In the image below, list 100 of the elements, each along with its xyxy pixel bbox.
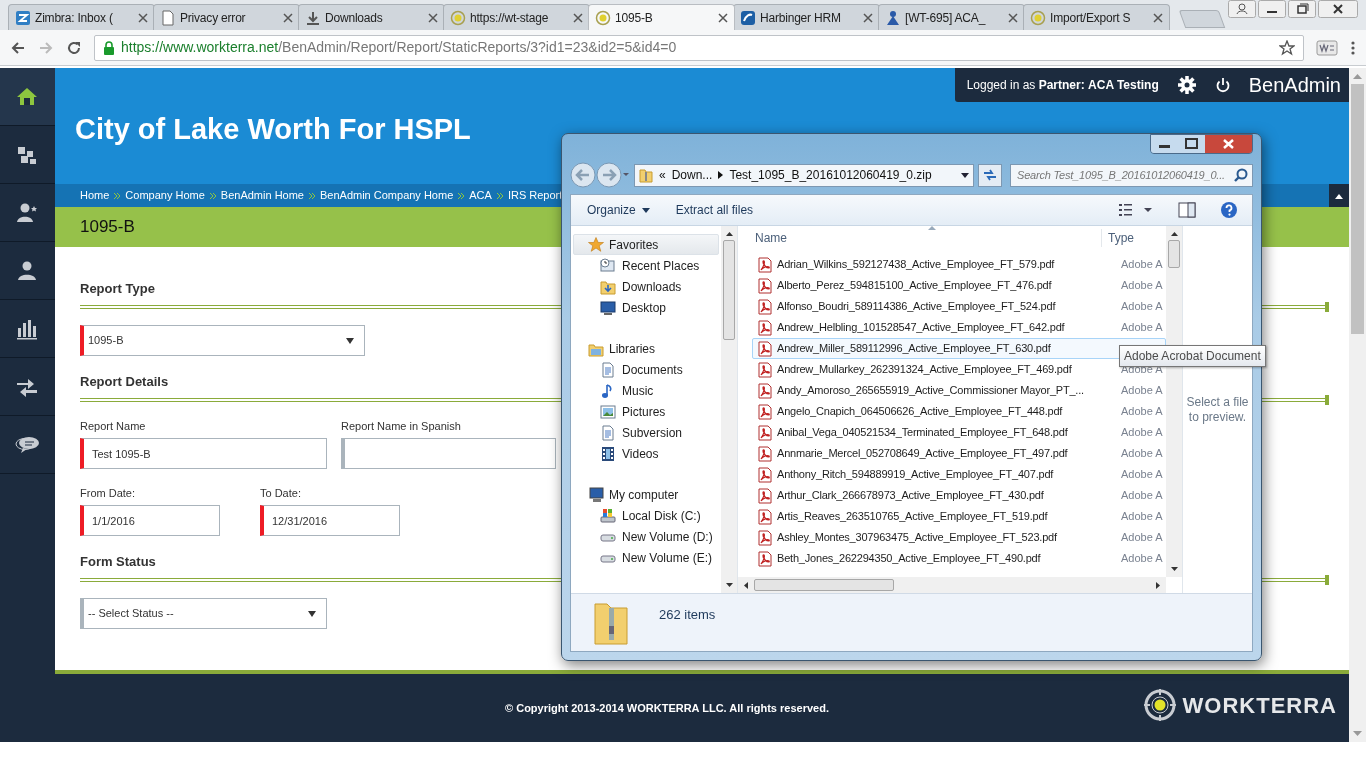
profile-icon[interactable] (1228, 0, 1256, 18)
nav-item[interactable]: Videos (571, 443, 721, 464)
scroll-thumb[interactable] (1168, 240, 1180, 268)
menu-icon[interactable] (1350, 39, 1356, 56)
extension-icon[interactable] (1316, 39, 1338, 56)
file-row[interactable]: Ashley_Montes_307963475_Active_Employee_FT_523.pdf Adobe A (752, 527, 1166, 548)
address-field[interactable]: https://www.workterra.net/BenAdmin/Report/Report/StaticReports/3?id1=23&id2=5&id4=0 (94, 34, 1304, 61)
close-icon[interactable] (863, 12, 873, 23)
nav-item[interactable]: Music (571, 380, 721, 401)
file-row[interactable]: Annmarie_Mercel_052708649_Active_Employee_FT_497.pdf Adobe A (752, 443, 1166, 464)
preview-pane-icon[interactable] (1178, 202, 1196, 218)
browser-tab[interactable]: Privacy error (153, 4, 300, 30)
help-icon[interactable] (1220, 201, 1238, 219)
file-row[interactable]: Andy_Amoroso_265655919_Active_Commissioner Mayor_PT_... Adobe A (752, 380, 1166, 401)
breadcrumb-link[interactable]: Company Home (125, 187, 205, 204)
close-icon[interactable] (428, 12, 438, 23)
file-row[interactable]: Arthur_Clark_266678973_Active_Employee_FT_430.pdf Adobe A (752, 485, 1166, 506)
settings-icon[interactable] (1176, 75, 1197, 95)
search-field[interactable]: Search Test_1095_B_20161012060419_0... (1010, 163, 1253, 187)
scroll-thumb[interactable] (723, 240, 735, 340)
column-header[interactable]: Type (1102, 229, 1166, 247)
scrollbar[interactable] (721, 226, 737, 593)
address-segment[interactable]: Test_1095_B_20161012060419_0.zip (729, 166, 932, 184)
close-icon[interactable] (138, 12, 148, 23)
caret-up-icon (1335, 192, 1343, 199)
star-icon[interactable] (1279, 39, 1295, 56)
reload-icon[interactable] (66, 39, 82, 56)
nav-item[interactable]: New Volume (D:) (571, 526, 721, 547)
nav-item[interactable]: Subversion (571, 422, 721, 443)
close-icon[interactable] (1008, 12, 1018, 23)
view-options-icon[interactable] (1118, 202, 1154, 218)
close-icon[interactable] (718, 12, 728, 23)
minimize-icon[interactable] (1258, 0, 1286, 18)
close-icon[interactable] (1153, 12, 1163, 23)
file-row[interactable]: Alfonso_Boudri_589114386_Active_Employee_FT_524.pdf Adobe A (752, 296, 1166, 317)
nav-item[interactable]: Pictures (571, 401, 721, 422)
breadcrumb-link[interactable]: IRS Report (507, 187, 563, 204)
file-row[interactable]: Angelo_Cnapich_064506626_Active_Employee_FT_448.pdf Adobe A (752, 401, 1166, 422)
file-row[interactable]: Alberto_Perez_594815100_Active_Employee_FT_476.pdf Adobe A (752, 275, 1166, 296)
nav-item[interactable]: Documents (571, 359, 721, 380)
back-icon[interactable] (10, 39, 26, 56)
search-icon (1234, 168, 1248, 182)
file-row[interactable]: Adrian_Wilkins_592127438_Active_Employee_FT_579.pdf Adobe A (752, 254, 1166, 275)
browser-tab[interactable]: 1095-B (588, 4, 735, 30)
close-icon[interactable] (1205, 135, 1252, 153)
scrollbar[interactable] (738, 577, 1166, 593)
file-row[interactable]: Anibal_Vega_040521534_Terminated_Employee_FT_648.pdf Adobe A (752, 422, 1166, 443)
scroll-thumb[interactable] (754, 579, 894, 591)
close-icon[interactable] (283, 12, 293, 23)
nav-item[interactable]: New Volume (E:) (571, 547, 721, 568)
browser-tab[interactable]: [WT-695] ACA_ (878, 4, 1025, 30)
nav-item[interactable]: Desktop (571, 297, 721, 318)
breadcrumb-link[interactable]: BenAdmin Home (220, 187, 304, 204)
nav-item[interactable]: Downloads (571, 276, 721, 297)
breadcrumb-link[interactable]: ACA (469, 187, 492, 204)
maximize-icon[interactable] (1178, 135, 1205, 153)
address-field[interactable]: « Down... Test_1095_B_20161012060419_0.zip (634, 163, 974, 187)
section-heading: Report Details (80, 373, 169, 390)
input-field[interactable]: 1/1/2016 (80, 505, 220, 536)
breadcrumb-link[interactable]: BenAdmin Company Home (320, 187, 454, 204)
browser-tab[interactable]: https://wt-stage (443, 4, 590, 30)
file-type: Adobe A (1120, 509, 1163, 525)
address-segment[interactable]: Down... (671, 166, 713, 184)
power-icon[interactable] (1214, 77, 1231, 93)
column-header[interactable]: Name (738, 229, 1102, 247)
folder-icon (600, 278, 616, 295)
nav-item[interactable]: Favorites (573, 234, 719, 255)
browser-tab[interactable]: Harbinger HRM (733, 4, 880, 30)
browser-tab[interactable]: Zimbra: Inbox ( (8, 4, 155, 30)
browser-tab[interactable]: Import/Export S (1023, 4, 1170, 30)
dropdown[interactable]: 1095-B (80, 325, 365, 356)
breadcrumb-link[interactable]: Home (80, 187, 110, 204)
nav-item[interactable]: Local Disk (C:) (571, 505, 721, 526)
file-name: Ashley_Montes_307963475_Active_Employee_FT_523.pdf (776, 530, 1058, 546)
toolbar-button[interactable]: Extract all files (667, 198, 762, 222)
app-icon (740, 9, 756, 26)
input-field[interactable]: 12/31/2016 (260, 505, 400, 536)
sidebar-item[interactable] (0, 68, 55, 126)
restore-icon[interactable] (1288, 0, 1316, 18)
file-row[interactable]: Anthony_Ritch_594889919_Active_Employee_FT_407.pdf Adobe A (752, 464, 1166, 485)
file-row[interactable]: Andrew_Helbling_101528547_Active_Employee_FT_642.pdf Adobe A (752, 317, 1166, 338)
file-row[interactable]: Artis_Reaves_263510765_Active_Employee_FT_519.pdf Adobe A (752, 506, 1166, 527)
nav-item[interactable]: Recent Places (571, 255, 721, 276)
section-heading: Report Type (80, 280, 155, 297)
collapse-button[interactable] (1329, 184, 1349, 207)
close-icon[interactable] (573, 12, 583, 23)
input-field[interactable] (341, 438, 556, 469)
browser-tab[interactable]: Downloads (298, 4, 445, 30)
file-name: Anibal_Vega_040521534_Terminated_Employee_FT_648.pdf (776, 425, 1069, 441)
dropdown[interactable]: -- Select Status -- (80, 598, 327, 629)
refresh-button[interactable] (978, 163, 1002, 187)
minimize-icon[interactable] (1151, 135, 1178, 153)
login-status: Logged in as Partner: ACA Testing (966, 77, 1159, 94)
scrollbar[interactable] (1349, 68, 1366, 742)
nav-item[interactable]: Libraries (573, 338, 719, 359)
close-icon[interactable] (1318, 0, 1358, 18)
toolbar-button[interactable]: Organize (579, 198, 658, 222)
input-field[interactable]: Test 1095-B (80, 438, 327, 469)
nav-item[interactable]: My computer (573, 484, 719, 505)
file-row[interactable]: Beth_Jones_262294350_Active_Employee_FT_490.pdf Adobe A (752, 548, 1166, 569)
